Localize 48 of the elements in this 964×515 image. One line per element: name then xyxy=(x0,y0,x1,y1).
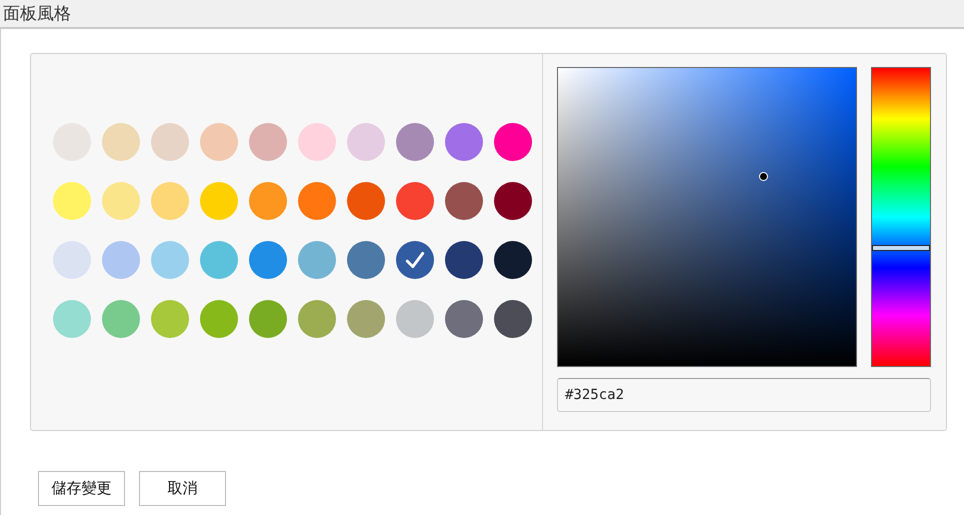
hex-input-field[interactable]: #325ca2 xyxy=(557,378,931,412)
saturation-brightness-area[interactable] xyxy=(557,67,857,367)
color-swatch[interactable] xyxy=(200,182,238,220)
color-swatch[interactable] xyxy=(200,241,238,279)
color-swatch[interactable] xyxy=(151,241,189,279)
color-swatch[interactable] xyxy=(445,300,483,338)
color-swatch[interactable] xyxy=(53,300,91,338)
check-icon xyxy=(404,249,426,271)
cancel-button[interactable]: 取消 xyxy=(139,471,226,506)
color-swatch[interactable] xyxy=(494,182,532,220)
color-swatch[interactable] xyxy=(102,182,140,220)
color-swatch[interactable] xyxy=(102,241,140,279)
color-swatch[interactable] xyxy=(494,241,532,279)
color-swatch[interactable] xyxy=(347,182,385,220)
color-swatch[interactable] xyxy=(494,123,532,161)
color-swatch[interactable] xyxy=(396,123,434,161)
color-swatch[interactable] xyxy=(445,123,483,161)
panel-title: 面板風格 xyxy=(3,3,71,25)
color-handle[interactable] xyxy=(759,172,768,181)
color-swatch[interactable] xyxy=(102,300,140,338)
color-swatch[interactable] xyxy=(445,241,483,279)
color-swatch[interactable] xyxy=(200,123,238,161)
color-swatch[interactable] xyxy=(249,241,287,279)
color-swatch[interactable] xyxy=(151,182,189,220)
color-swatch[interactable] xyxy=(445,182,483,220)
color-swatch[interactable] xyxy=(298,300,336,338)
color-swatch[interactable] xyxy=(347,300,385,338)
color-swatch[interactable] xyxy=(494,300,532,338)
color-swatch[interactable] xyxy=(200,300,238,338)
color-swatch[interactable] xyxy=(396,241,434,279)
color-swatch[interactable] xyxy=(102,123,140,161)
color-swatch[interactable] xyxy=(298,123,336,161)
color-swatch[interactable] xyxy=(53,241,91,279)
color-swatch[interactable] xyxy=(396,300,434,338)
color-swatch[interactable] xyxy=(151,123,189,161)
color-swatch[interactable] xyxy=(347,123,385,161)
color-swatch[interactable] xyxy=(249,123,287,161)
color-swatch[interactable] xyxy=(396,182,434,220)
save-button[interactable]: 儲存變更 xyxy=(38,471,125,506)
color-swatch[interactable] xyxy=(298,182,336,220)
color-swatch[interactable] xyxy=(151,300,189,338)
color-swatch[interactable] xyxy=(347,241,385,279)
color-swatch[interactable] xyxy=(53,182,91,220)
hue-slider[interactable] xyxy=(871,67,931,367)
hue-handle[interactable] xyxy=(872,245,930,252)
color-swatch[interactable] xyxy=(249,182,287,220)
color-swatch[interactable] xyxy=(249,300,287,338)
color-swatch[interactable] xyxy=(298,241,336,279)
